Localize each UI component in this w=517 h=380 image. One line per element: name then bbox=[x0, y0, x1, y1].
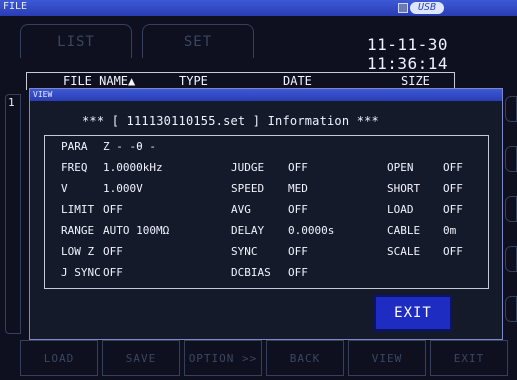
setting-value: 1.0000kHz bbox=[103, 161, 163, 174]
file-list-scroll-track bbox=[5, 94, 21, 334]
setting-value: OFF bbox=[103, 266, 123, 279]
usb-indicator: USB bbox=[398, 1, 445, 15]
column-file-name[interactable]: FILE NAME▲ bbox=[63, 74, 135, 88]
setting-value: OFF bbox=[288, 266, 308, 279]
save-button[interactable]: SAVE bbox=[102, 340, 180, 376]
setting-value: 0.0000s bbox=[288, 224, 335, 237]
setting-label: V bbox=[61, 182, 68, 195]
setting-label: LOW Z bbox=[61, 245, 95, 258]
dialog-title: VIEW bbox=[30, 89, 502, 101]
setting-value: AUTO 100MΩ bbox=[103, 224, 170, 237]
setting-value: OFF bbox=[443, 245, 463, 258]
clock: 11-11-30 11:36:14 bbox=[367, 35, 449, 73]
view-dialog: VIEW *** [ 111130110155.set ] Informatio… bbox=[29, 88, 503, 340]
setting-label: DCBIAS bbox=[231, 266, 271, 279]
side-handle bbox=[505, 196, 517, 222]
setting-value: 0m bbox=[443, 224, 457, 237]
setting-label: J SYNC bbox=[61, 266, 101, 279]
setting-label: LOAD bbox=[387, 203, 414, 216]
setting-label: SHORT bbox=[387, 182, 421, 195]
setting-value: MED bbox=[288, 182, 308, 195]
load-button[interactable]: LOAD bbox=[20, 340, 98, 376]
side-handle bbox=[505, 246, 517, 272]
view-button[interactable]: VIEW bbox=[348, 340, 426, 376]
setting-label: CABLE bbox=[387, 224, 421, 237]
column-size[interactable]: SIZE bbox=[401, 74, 430, 88]
setting-value: OFF bbox=[288, 203, 308, 216]
side-handle bbox=[505, 96, 517, 122]
file-info-line: *** [ 111130110155.set ] Information *** bbox=[82, 114, 379, 128]
setting-label: LIMIT bbox=[61, 203, 95, 216]
setting-value: OFF bbox=[103, 245, 123, 258]
setting-label: FREQ bbox=[61, 161, 88, 174]
tab-set[interactable]: SET bbox=[142, 24, 254, 58]
setting-value: OFF bbox=[288, 245, 308, 258]
tab-list[interactable]: LIST bbox=[20, 24, 132, 58]
setting-value: OFF bbox=[443, 161, 463, 174]
setting-value: OFF bbox=[288, 161, 308, 174]
setting-value: OFF bbox=[103, 203, 123, 216]
setting-label: AVG bbox=[231, 203, 251, 216]
back-button[interactable]: BACK bbox=[266, 340, 344, 376]
setting-label: SPEED bbox=[231, 182, 265, 195]
setting-label: SCALE bbox=[387, 245, 421, 258]
setting-label: PARA bbox=[61, 140, 88, 153]
list-row-marker: 1 bbox=[8, 96, 15, 109]
setting-label: OPEN bbox=[387, 161, 414, 174]
exit-button[interactable]: EXIT bbox=[374, 295, 452, 331]
setting-label: SYNC bbox=[231, 245, 258, 258]
column-date[interactable]: DATE bbox=[283, 74, 312, 88]
option-button[interactable]: OPTION >> bbox=[184, 340, 262, 376]
usb-label: USB bbox=[410, 2, 445, 14]
column-type[interactable]: TYPE bbox=[179, 74, 208, 88]
setting-value: Z - -θ - bbox=[103, 140, 156, 153]
side-handle bbox=[505, 296, 517, 322]
setting-label: JUDGE bbox=[231, 161, 265, 174]
setting-value: OFF bbox=[443, 182, 463, 195]
setting-label: DELAY bbox=[231, 224, 265, 237]
window-title: FILE bbox=[3, 1, 28, 12]
title-bar: FILE USB bbox=[0, 0, 517, 16]
setting-value: OFF bbox=[443, 203, 463, 216]
setting-label: RANGE bbox=[61, 224, 95, 237]
setting-value: 1.000V bbox=[103, 182, 143, 195]
settings-panel: PARA Z - -θ - FREQ 1.0000kHz JUDGE OFF OPEN OFF… bbox=[44, 135, 489, 289]
side-handle bbox=[505, 146, 517, 172]
exit-bottom-button[interactable]: EXIT bbox=[430, 340, 508, 376]
usb-status-icon bbox=[398, 3, 408, 13]
